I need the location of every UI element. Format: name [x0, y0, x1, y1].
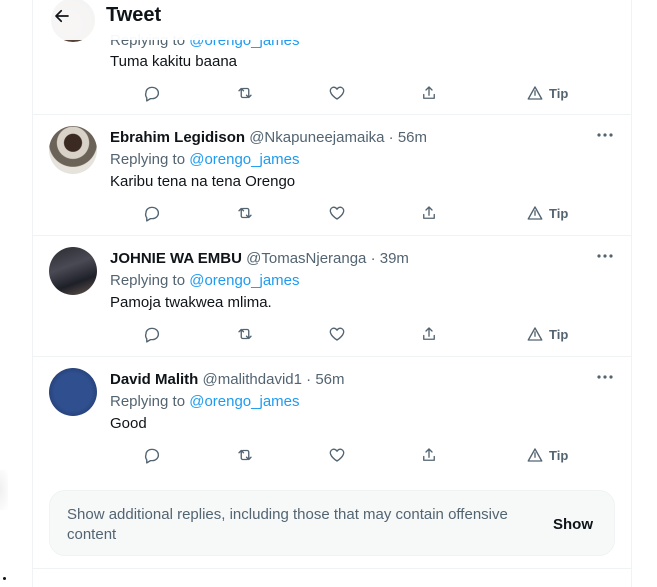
author-handle[interactable]: @malithdavid1: [203, 371, 302, 388]
tweet-actions: Tip: [110, 203, 568, 223]
tweet-time[interactable]: · 56m: [306, 371, 344, 388]
tweet-actions: Tip: [110, 445, 568, 465]
tip-button[interactable]: Tip: [526, 445, 568, 465]
replying-to: Replying to @orengo_james: [110, 151, 300, 168]
retweet-icon: [238, 449, 252, 461]
tweet[interactable]: Ebrahim Legidison @Nkapuneejamaika · 56m…: [33, 115, 631, 236]
tweet-author: David Malith @malithdavid1 · 56m: [110, 371, 345, 388]
tweet-text: Karibu tena na tena Orengo: [110, 173, 296, 190]
author-name[interactable]: Ebrahim Legidison: [110, 129, 245, 146]
tweet-author: Ebrahim Legidison @Nkapuneejamaika · 56m: [110, 129, 427, 146]
reply-icon: [145, 448, 160, 464]
more-icon: [597, 375, 613, 379]
reply-icon: [145, 86, 160, 102]
author-handle[interactable]: @Nkapuneejamaika: [249, 129, 384, 146]
share-button[interactable]: [420, 445, 438, 465]
heart-icon: [329, 206, 345, 220]
more-options-button[interactable]: [595, 127, 615, 143]
tip-button[interactable]: Tip: [526, 203, 568, 223]
author-handle[interactable]: @TomasNjeranga: [246, 250, 366, 267]
retweet-icon: [238, 328, 252, 340]
share-button[interactable]: [420, 203, 438, 223]
tweet-text: Pamoja twakwea mlima.: [110, 294, 272, 311]
retweet-button[interactable]: [236, 203, 254, 223]
mention-link[interactable]: @orengo_james: [189, 151, 299, 168]
retweet-button[interactable]: [236, 83, 254, 103]
replying-to: Replying to @orengo_james: [110, 272, 300, 289]
avatar[interactable]: [49, 126, 97, 174]
mention-link[interactable]: @orengo_james: [189, 272, 299, 289]
more-options-button[interactable]: [595, 369, 615, 385]
timeline-column: Tweet Replying to @orengo_james Tuma kak…: [32, 0, 632, 587]
tweet[interactable]: David Malith @malithdavid1 · 56m Replyin…: [33, 357, 631, 477]
reply-icon: [145, 206, 160, 222]
replying-to: Replying to @orengo_james: [110, 393, 300, 410]
share-button[interactable]: [420, 83, 438, 103]
share-icon: [423, 327, 435, 340]
like-button[interactable]: [328, 324, 346, 344]
like-button[interactable]: [328, 445, 346, 465]
retweet-button[interactable]: [236, 324, 254, 344]
reply-icon: [145, 327, 160, 343]
like-button[interactable]: [328, 203, 346, 223]
author-name[interactable]: David Malith: [110, 371, 198, 388]
reply-button[interactable]: [143, 83, 161, 103]
like-button[interactable]: [328, 83, 346, 103]
tweet-author: JOHNIE WA EMBU @TomasNjeranga · 39m: [110, 250, 409, 267]
tip-icon: [527, 206, 543, 220]
tweet-time[interactable]: · 39m: [371, 250, 409, 267]
retweet-icon: [238, 207, 252, 219]
tip-button[interactable]: Tip: [526, 83, 568, 103]
heart-icon: [329, 86, 345, 100]
arrow-left-icon: [55, 9, 69, 23]
retweet-icon: [238, 87, 252, 99]
retweet-button[interactable]: [236, 445, 254, 465]
page-title: Tweet: [106, 4, 162, 26]
heart-icon: [329, 448, 345, 462]
reply-button[interactable]: [143, 203, 161, 223]
mention-link[interactable]: @orengo_james: [189, 393, 299, 410]
share-icon: [423, 448, 435, 461]
show-additional-replies[interactable]: Show additional replies, including those…: [49, 490, 615, 556]
more-icon: [597, 254, 613, 258]
share-icon: [423, 206, 435, 219]
author-name[interactable]: JOHNIE WA EMBU: [110, 250, 242, 267]
tweet-time[interactable]: · 56m: [389, 129, 427, 146]
tip-icon: [527, 327, 543, 341]
header: Tweet: [33, 0, 631, 40]
show-additional-replies-text: Show additional replies, including those…: [67, 506, 508, 543]
reply-button[interactable]: [143, 445, 161, 465]
more-icon: [597, 133, 613, 137]
tweet-actions: Tip: [110, 324, 568, 344]
tweet[interactable]: JOHNIE WA EMBU @TomasNjeranga · 39m Repl…: [33, 236, 631, 357]
avatar[interactable]: [49, 247, 97, 295]
tweet-actions: Tip: [110, 83, 568, 103]
tip-button[interactable]: Tip: [526, 324, 568, 344]
tip-icon: [527, 448, 543, 462]
share-button[interactable]: [420, 324, 438, 344]
edge-dot: [3, 577, 6, 580]
tweet-text: Tuma kakitu baana: [110, 53, 238, 70]
show-button[interactable]: Show: [553, 516, 593, 533]
edge-shadow: [0, 470, 8, 510]
tip-icon: [527, 86, 543, 100]
avatar[interactable]: [49, 368, 97, 416]
reply-button[interactable]: [143, 324, 161, 344]
back-button[interactable]: [49, 3, 75, 29]
heart-icon: [329, 327, 345, 341]
divider: [33, 568, 631, 569]
share-icon: [423, 86, 435, 99]
more-options-button[interactable]: [595, 248, 615, 264]
tweet-text: Good: [110, 415, 147, 432]
